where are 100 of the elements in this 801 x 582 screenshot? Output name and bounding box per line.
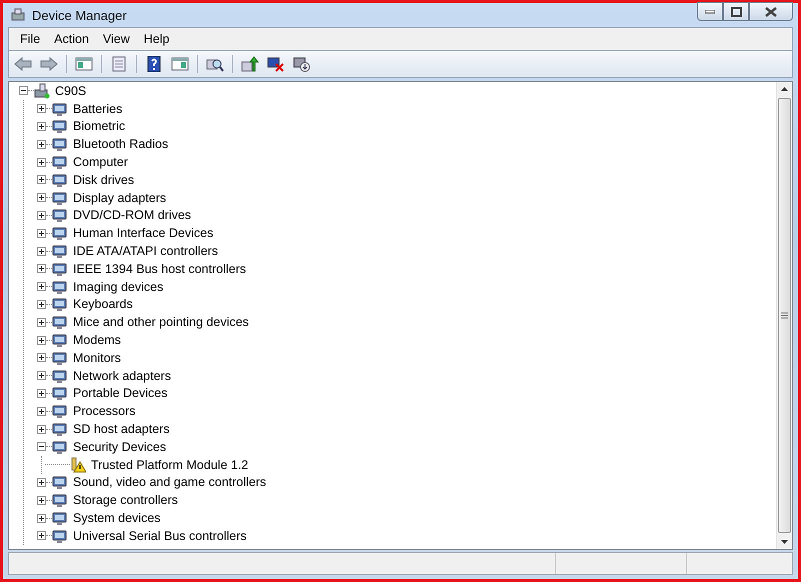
up-arrow-device-icon	[241, 56, 259, 72]
scrollbar-thumb[interactable]	[778, 98, 791, 533]
device-icon	[52, 492, 68, 508]
device-icon	[52, 225, 68, 242]
device-icon	[52, 421, 68, 438]
expand-icon[interactable]	[37, 158, 46, 167]
device-icon	[52, 314, 68, 330]
tree-item[interactable]: IDE ATA/ATAPI controllers	[73, 244, 218, 258]
expand-icon[interactable]	[37, 175, 46, 184]
expand-icon[interactable]	[37, 104, 46, 114]
expand-icon[interactable]	[37, 371, 46, 380]
device-icon	[52, 350, 68, 366]
expand-icon[interactable]	[37, 478, 46, 487]
device-cross-icon	[267, 56, 285, 72]
menu-item[interactable]: Action	[47, 30, 96, 48]
expand-icon[interactable]	[37, 228, 46, 238]
computer-icon	[10, 7, 26, 23]
tree-item[interactable]: Keyboards	[73, 297, 133, 312]
computer-icon	[34, 82, 50, 99]
device-icon	[52, 474, 68, 490]
device-icon	[52, 438, 68, 455]
tree-item[interactable]: DVD/CD-ROM drives	[73, 208, 192, 222]
panel-icon	[75, 56, 93, 72]
tree-item[interactable]: IEEE 1394 Bus host controllers	[73, 262, 246, 276]
device-down-arrow-icon	[293, 56, 311, 72]
device-icon	[52, 190, 68, 206]
minimize-icon	[705, 10, 715, 14]
tree-item[interactable]: Display adapters	[73, 190, 166, 205]
right-arrow-icon	[40, 56, 58, 72]
tree-item[interactable]: Security Devices	[73, 440, 166, 454]
device-icon	[52, 278, 68, 295]
tree-item[interactable]: Disk drives	[73, 172, 134, 187]
device-icon	[52, 403, 68, 420]
device-icon	[52, 100, 68, 117]
window-title: Device Manager	[32, 8, 127, 22]
device-icon	[52, 154, 68, 170]
device-icon	[52, 172, 68, 188]
device-icon	[52, 510, 68, 526]
expand-icon[interactable]	[37, 140, 46, 149]
tree-item[interactable]: Modems	[73, 333, 121, 348]
restore-icon	[730, 6, 742, 16]
device-icon	[52, 243, 68, 260]
collapse-icon[interactable]	[37, 442, 46, 452]
vertical-scrollbar[interactable]	[776, 82, 792, 549]
left-arrow-icon	[14, 56, 32, 72]
expand-icon[interactable]	[37, 496, 46, 505]
document-icon	[110, 56, 128, 72]
expand-icon[interactable]	[37, 264, 46, 274]
tree-item[interactable]: Imaging devices	[73, 280, 164, 294]
tree-item[interactable]: SD host adapters	[73, 422, 170, 436]
device-icon	[52, 332, 68, 348]
tree-item[interactable]: Trusted Platform Module 1.2	[91, 458, 248, 472]
tree-item[interactable]: Computer	[73, 155, 128, 170]
device-icon	[52, 296, 68, 312]
tree-item[interactable]: Mice and other pointing devices	[73, 315, 249, 330]
tree-item[interactable]: Network adapters	[73, 368, 171, 383]
tree-item[interactable]: Storage controllers	[73, 493, 178, 508]
menu-item[interactable]: File	[13, 30, 48, 48]
expand-icon[interactable]	[37, 318, 46, 327]
expand-icon[interactable]	[37, 353, 46, 362]
device-icon	[52, 207, 68, 224]
expand-icon[interactable]	[37, 210, 46, 220]
expand-icon[interactable]	[37, 246, 46, 256]
device-icon	[52, 260, 68, 277]
tree-item[interactable]: Bluetooth Radios	[73, 137, 168, 152]
device-icon	[52, 368, 68, 384]
help-icon	[145, 56, 163, 72]
tree-item[interactable]: Biometric	[73, 119, 126, 134]
expand-icon[interactable]	[37, 122, 46, 131]
expand-icon[interactable]	[37, 514, 46, 523]
expand-icon[interactable]	[37, 282, 46, 292]
expand-icon[interactable]	[37, 300, 46, 309]
expand-icon[interactable]	[37, 388, 46, 398]
expand-icon[interactable]	[37, 193, 46, 202]
menu-item[interactable]: Help	[136, 30, 176, 48]
tree-item[interactable]: C90S	[55, 84, 86, 98]
tree-item[interactable]: Sound, video and game controllers	[73, 475, 266, 490]
device-icon	[52, 118, 68, 134]
down-arrow-icon[interactable]	[781, 540, 788, 544]
tree-item[interactable]: Universal Serial Bus controllers	[73, 528, 247, 543]
close-button[interactable]	[749, 2, 793, 21]
restore-button[interactable]	[723, 2, 749, 21]
tree-item[interactable]: Human Interface Devices	[73, 226, 214, 240]
collapse-icon[interactable]	[19, 86, 28, 96]
device-icon	[52, 385, 68, 402]
tree-item[interactable]: Batteries	[73, 102, 122, 116]
expand-icon[interactable]	[37, 406, 46, 416]
tree-item[interactable]: Monitors	[73, 350, 121, 365]
tree-item[interactable]: Processors	[73, 404, 136, 418]
up-arrow-icon[interactable]	[781, 87, 788, 91]
expand-icon[interactable]	[37, 531, 46, 540]
tree-item[interactable]: Portable Devices	[73, 386, 168, 400]
minimize-button[interactable]	[697, 2, 723, 21]
panel-icon	[171, 56, 189, 72]
close-icon	[765, 6, 777, 16]
menu-item[interactable]: View	[96, 30, 137, 48]
expand-icon[interactable]	[37, 424, 46, 434]
tree-item[interactable]: System devices	[73, 511, 161, 526]
expand-icon[interactable]	[37, 336, 46, 345]
device-icon	[52, 136, 68, 152]
